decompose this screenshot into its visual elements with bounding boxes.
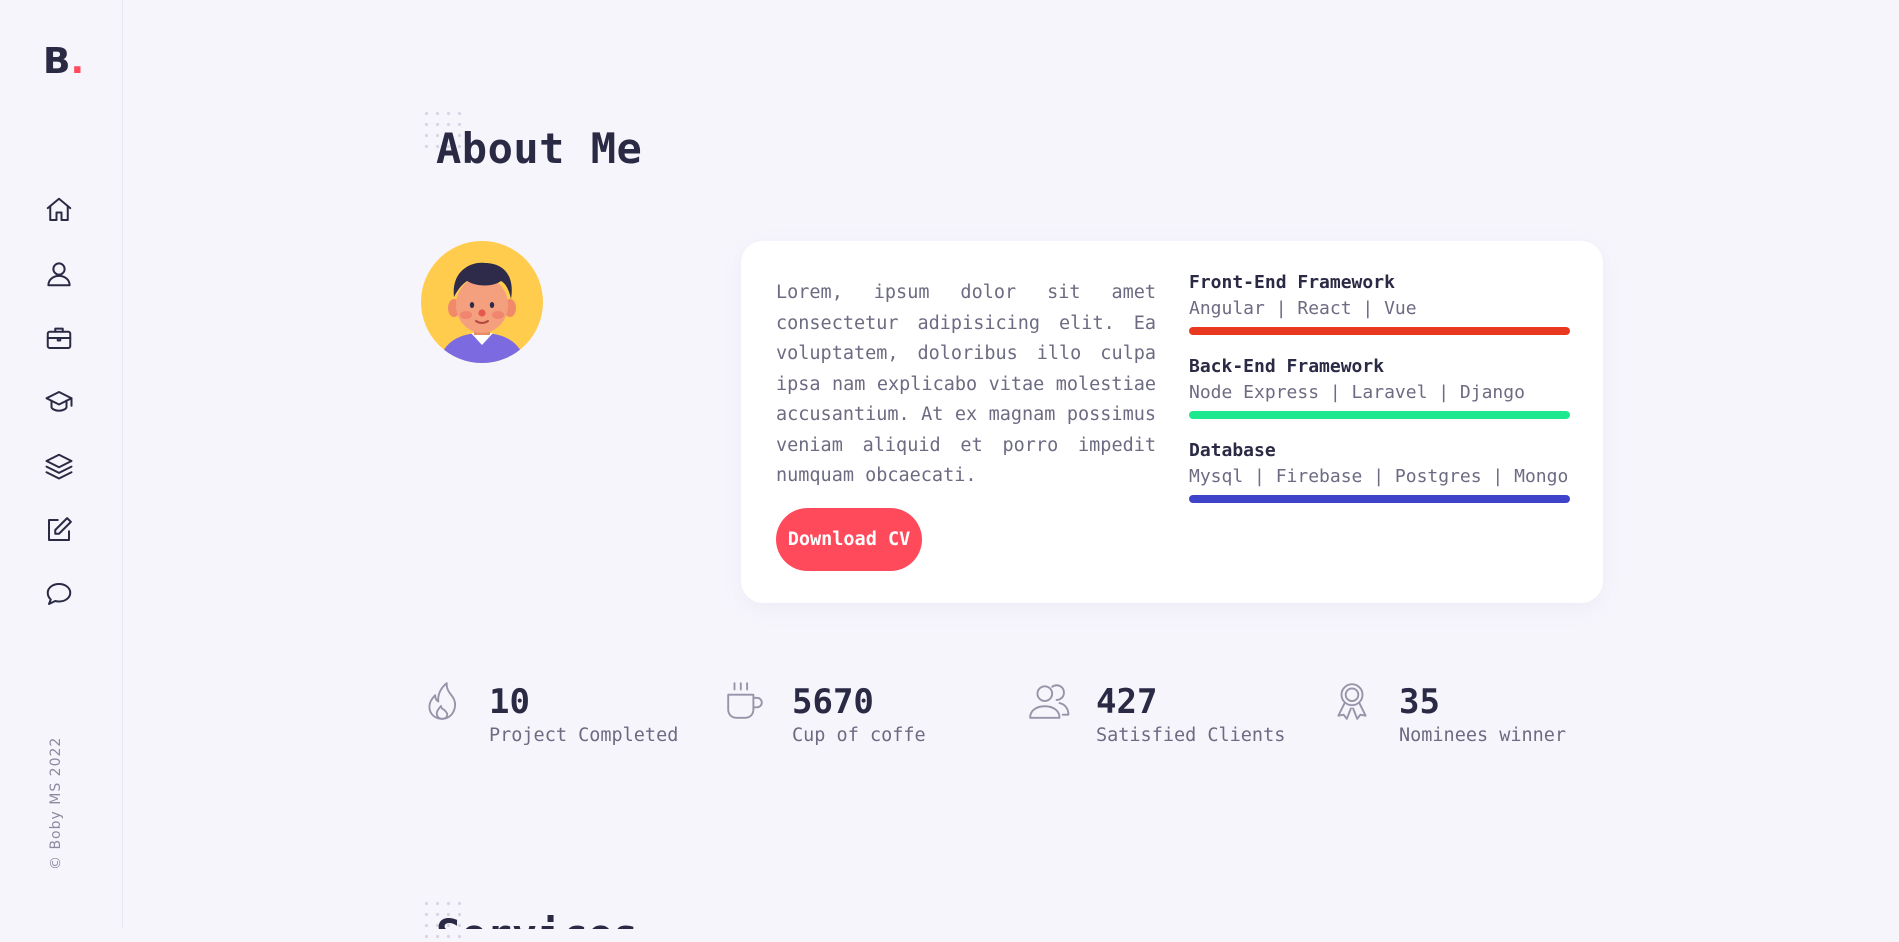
stat-label: Satisfied Clients [1096,725,1286,746]
nav-services[interactable] [44,451,76,483]
sidebar-nav [44,195,76,643]
nav-about[interactable] [44,259,76,291]
skill-bar [1189,327,1570,335]
stat-value: 35 [1399,682,1440,722]
logo[interactable]: B. [43,42,84,82]
skill-name: Front-End Framework [1189,272,1395,293]
users-icon [1028,680,1070,722]
stat-value: 10 [489,682,530,722]
nav-home[interactable] [44,195,76,227]
stat-label: Cup of coffe [792,725,926,746]
stat-value: 5670 [792,682,874,722]
download-cv-button[interactable]: Download CV [776,508,922,571]
copyright: © Boby MS 2022 [48,736,64,870]
graduation-cap-icon [45,391,73,412]
stat-label: Project Completed [489,725,679,746]
skill-bar [1189,411,1570,419]
skill-technologies: Angular | React | Vue [1189,298,1417,319]
bio-text: Lorem, ipsum dolor sit amet consectetur … [776,282,1156,486]
avatar-illustration [439,262,525,363]
skill-technologies: Node Express | Laravel | Django [1189,382,1525,403]
stat-projects: 10 Project Completed [421,680,711,760]
nav-portfolio[interactable] [44,323,76,355]
stats-row: 10 Project Completed 5670 Cup of coffe 4… [421,680,1621,760]
coffee-cup-icon [724,680,766,722]
skill-bar [1189,495,1570,503]
skill-item: Database Mysql | Firebase | Postgres | M… [1189,439,1570,503]
nav-contact[interactable] [44,579,76,611]
nav-education[interactable] [44,387,76,419]
user-icon [47,262,71,287]
skill-name: Database [1189,440,1276,461]
award-icon [1331,680,1373,722]
briefcase-icon [46,327,72,349]
skill-item: Back-End Framework Node Express | Larave… [1189,355,1570,419]
skills-list: Front-End Framework Angular | React | Vu… [1189,271,1570,523]
edit-icon [48,517,72,541]
layers-icon [45,453,73,480]
skill-name: Back-End Framework [1189,356,1385,377]
stat-clients: 427 Satisfied Clients [1028,680,1318,760]
sidebar: B. © Boby MS 2022 [0,0,123,929]
avatar [421,241,543,363]
nav-blog[interactable] [44,515,76,547]
fire-icon [421,680,463,722]
stat-label: Nominees winner [1399,725,1567,746]
services-section-title: Services [436,910,638,929]
stat-coffee: 5670 Cup of coffe [724,680,1014,760]
skill-technologies: Mysql | Firebase | Postgres | Mongo [1189,466,1569,487]
section-title: About Me [436,124,643,173]
skill-item: Front-End Framework Angular | React | Vu… [1189,271,1570,335]
stat-value: 427 [1096,682,1158,722]
stat-awards: 35 Nominees winner [1331,680,1621,760]
chat-bubble-icon [46,583,72,605]
about-card: Lorem, ipsum dolor sit amet consectetur … [741,241,1603,603]
home-icon [46,197,72,221]
